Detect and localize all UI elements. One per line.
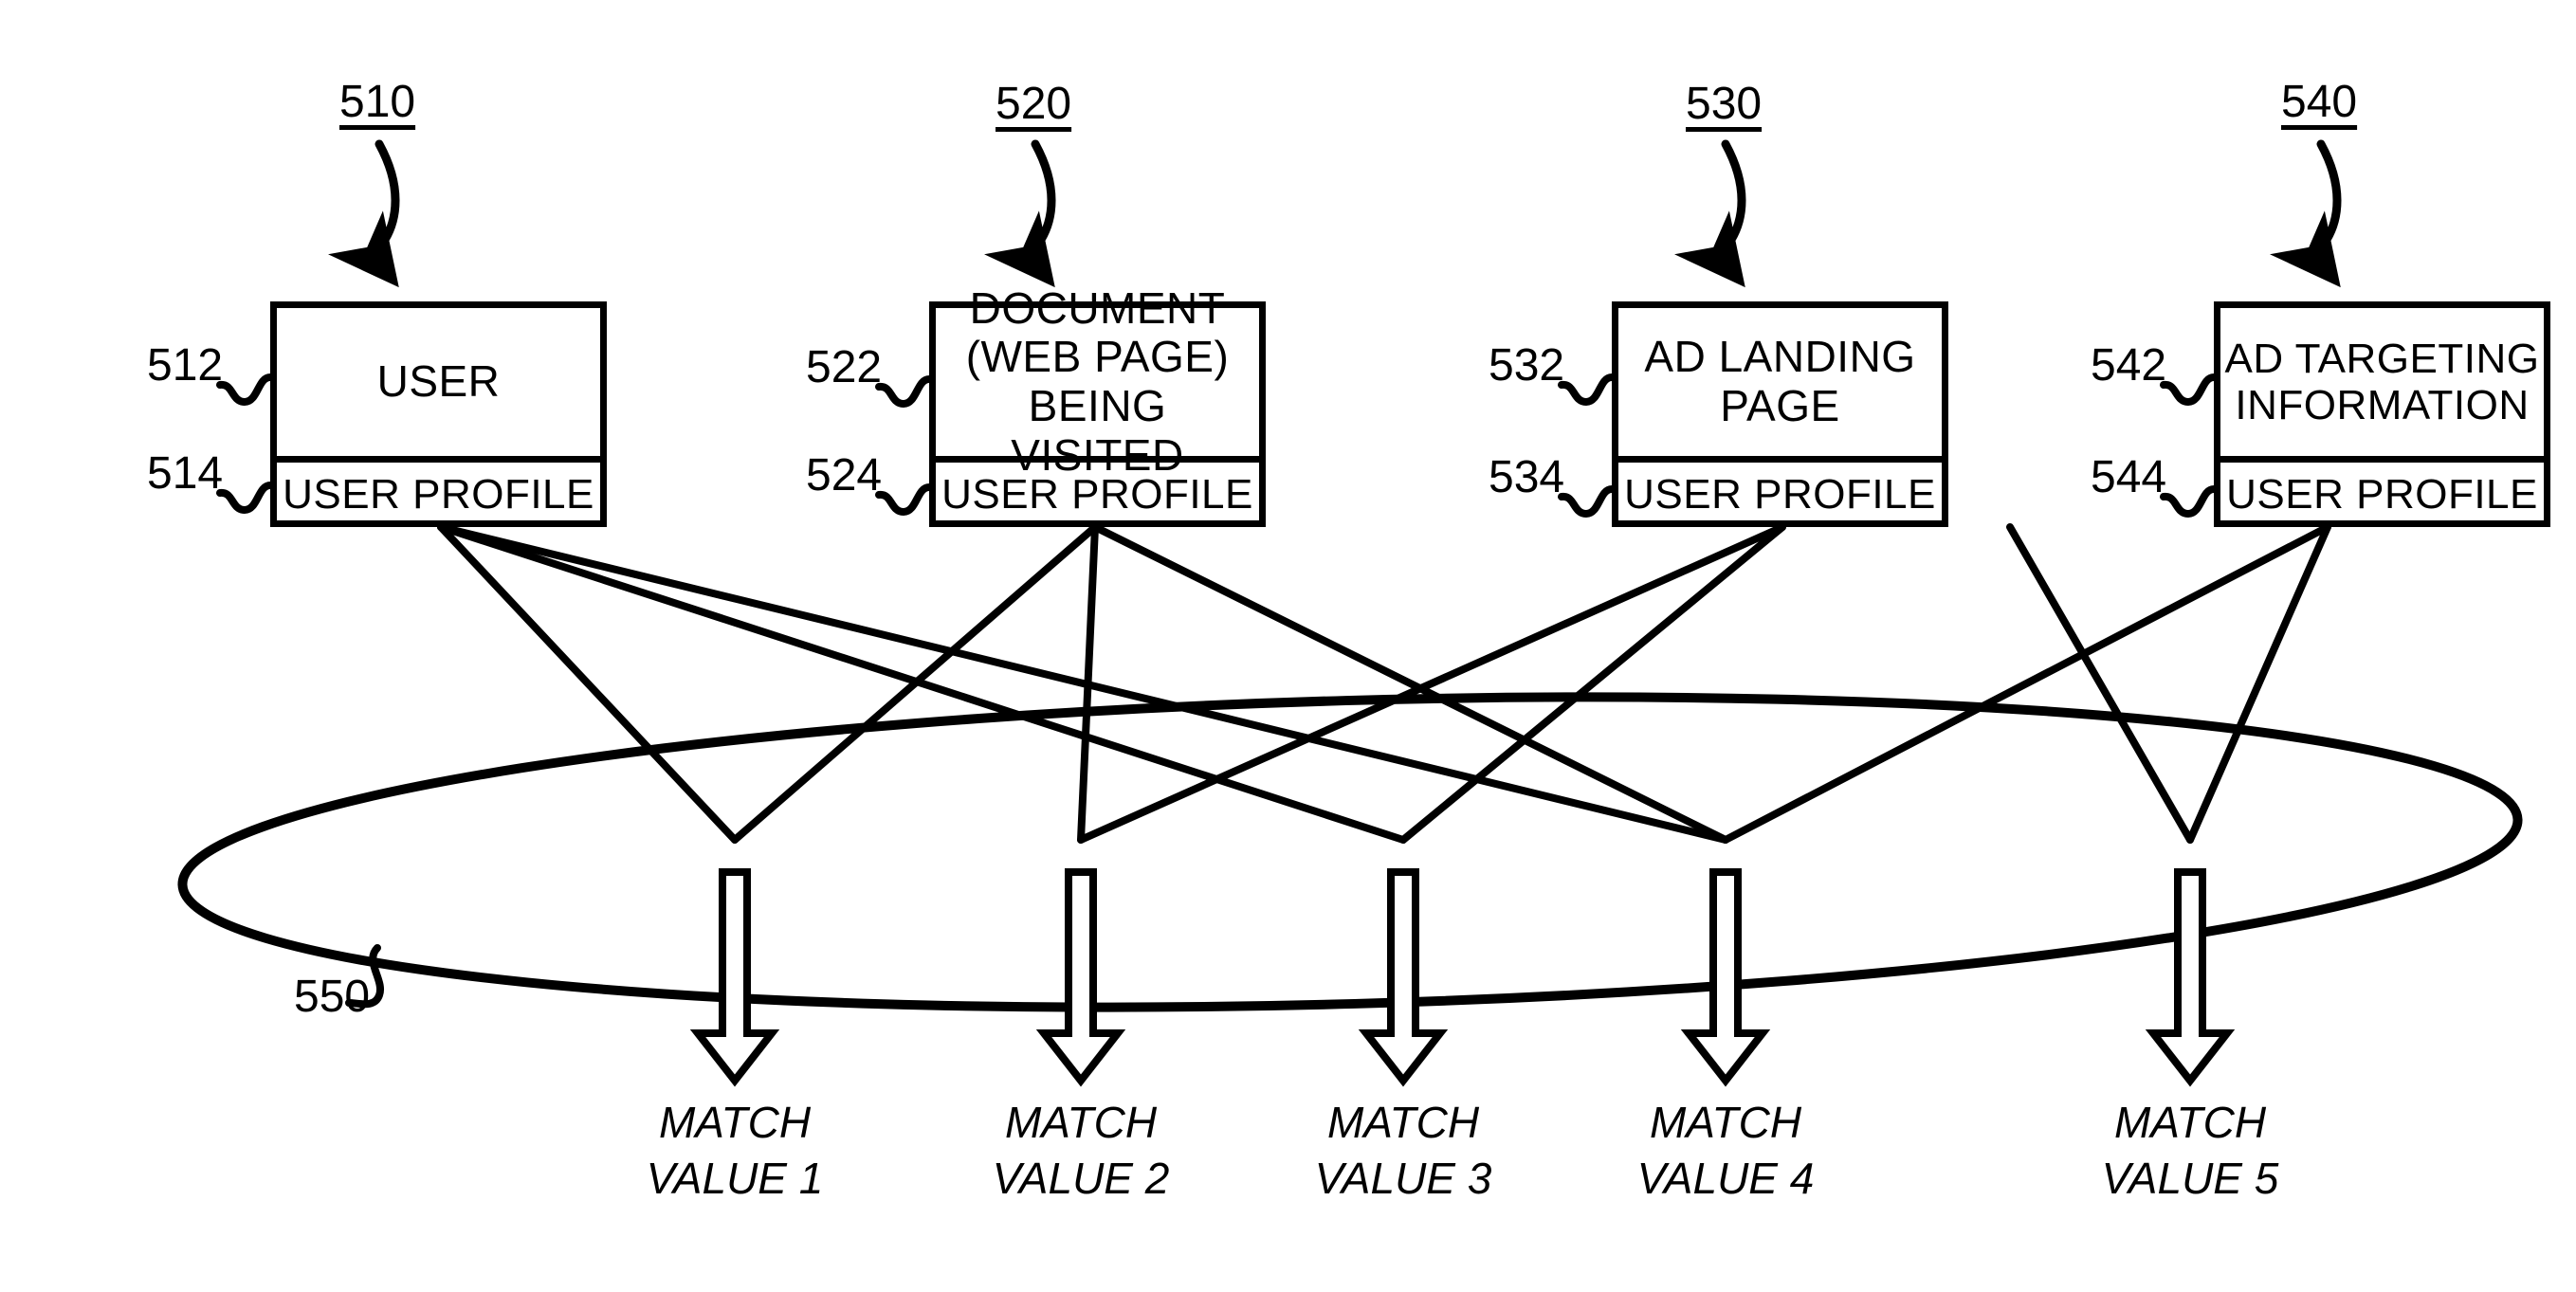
leader-arrow-520	[984, 139, 1056, 288]
box-document-top: DOCUMENT (WEB PAGE) BEING VISITED	[936, 283, 1259, 479]
block-arrow-mv1	[689, 868, 780, 1087]
block-arrow-mv4	[1680, 868, 1771, 1087]
squiggle-534	[1558, 485, 1616, 519]
line-adtargeting-to-mv5	[2186, 523, 2331, 844]
squiggle-544	[2160, 485, 2218, 519]
patent-figure: 510 520 530 540 USER USER PROFILE 512 51…	[0, 0, 2576, 1292]
ref-number-550: 550	[294, 972, 371, 1022]
box-ad-landing-page-top: AD LANDING PAGE	[1618, 308, 1942, 456]
squiggle-512	[216, 373, 274, 407]
line-adlanding-to-mv3	[1399, 523, 1786, 844]
leader-arrow-530	[1674, 139, 1746, 288]
match-value-3-label: MATCH VALUE 3	[1314, 1098, 1492, 1203]
ref-number-522: 522	[806, 342, 883, 392]
squiggle-522	[875, 375, 933, 409]
box-ad-landing-page-top-label: AD LANDING PAGE	[1644, 332, 1916, 430]
box-ad-targeting-information-bottom: USER PROFILE	[2220, 456, 2544, 527]
line-adlanding-extra-to-mv5	[2006, 523, 2194, 844]
leader-arrow-510	[328, 139, 400, 288]
squiggle-542	[2160, 373, 2218, 407]
line-adtargeting-to-mv4	[1722, 523, 2331, 844]
ref-number-512: 512	[147, 340, 224, 391]
squiggle-532	[1558, 373, 1616, 407]
ref-number-542: 542	[2091, 340, 2167, 391]
ref-number-524: 524	[806, 450, 883, 500]
box-user[interactable]: USER USER PROFILE	[270, 301, 607, 527]
box-user-bottom: USER PROFILE	[277, 456, 600, 527]
match-value-2-label: MATCH VALUE 2	[992, 1098, 1170, 1203]
box-document[interactable]: DOCUMENT (WEB PAGE) BEING VISITED USER P…	[929, 283, 1266, 527]
block-arrow-mv3	[1358, 868, 1449, 1087]
line-document-to-mv1	[731, 523, 1099, 844]
box-ad-targeting-information-top: AD TARGETING INFORMATION	[2220, 308, 2544, 456]
ref-number-530: 530	[1686, 79, 1763, 129]
match-value-4-label: MATCH VALUE 4	[1636, 1098, 1815, 1203]
box-ad-landing-page-bottom: USER PROFILE	[1618, 456, 1942, 527]
ref-number-544: 544	[2091, 452, 2167, 502]
ref-number-520: 520	[996, 79, 1072, 129]
box-ad-targeting-information-bottom-label: USER PROFILE	[2226, 471, 2538, 519]
profile-connector-lines	[437, 523, 2331, 844]
ref-number-532: 532	[1489, 340, 1565, 391]
match-value-block-arrows	[689, 868, 2236, 1087]
box-ad-targeting-information[interactable]: AD TARGETING INFORMATION USER PROFILE	[2214, 301, 2550, 527]
block-arrow-mv2	[1035, 868, 1126, 1087]
box-user-bottom-label: USER PROFILE	[283, 471, 594, 519]
ref-number-534: 534	[1489, 452, 1565, 502]
box-ad-landing-page[interactable]: AD LANDING PAGE USER PROFILE	[1612, 301, 1948, 527]
ref-number-510: 510	[339, 77, 416, 127]
ref-number-540: 540	[2281, 77, 2358, 127]
squiggle-524	[875, 483, 933, 517]
box-document-top-label: DOCUMENT (WEB PAGE) BEING VISITED	[965, 282, 1230, 480]
box-ad-targeting-information-top-label: AD TARGETING INFORMATION	[2224, 335, 2540, 428]
box-user-top: USER	[277, 308, 600, 456]
box-document-bottom-label: USER PROFILE	[941, 471, 1253, 519]
match-value-1-label: MATCH VALUE 1	[646, 1098, 824, 1203]
leader-arrow-540	[2270, 139, 2342, 288]
ref-number-514: 514	[147, 448, 224, 499]
match-value-5-label: MATCH VALUE 5	[2101, 1098, 2279, 1203]
box-user-top-label: USER	[376, 356, 501, 407]
box-ad-landing-page-bottom-label: USER PROFILE	[1624, 471, 1936, 519]
squiggle-514	[216, 482, 274, 515]
top-ref-leader-arrows	[328, 139, 2342, 288]
block-arrow-mv5	[2145, 868, 2236, 1087]
